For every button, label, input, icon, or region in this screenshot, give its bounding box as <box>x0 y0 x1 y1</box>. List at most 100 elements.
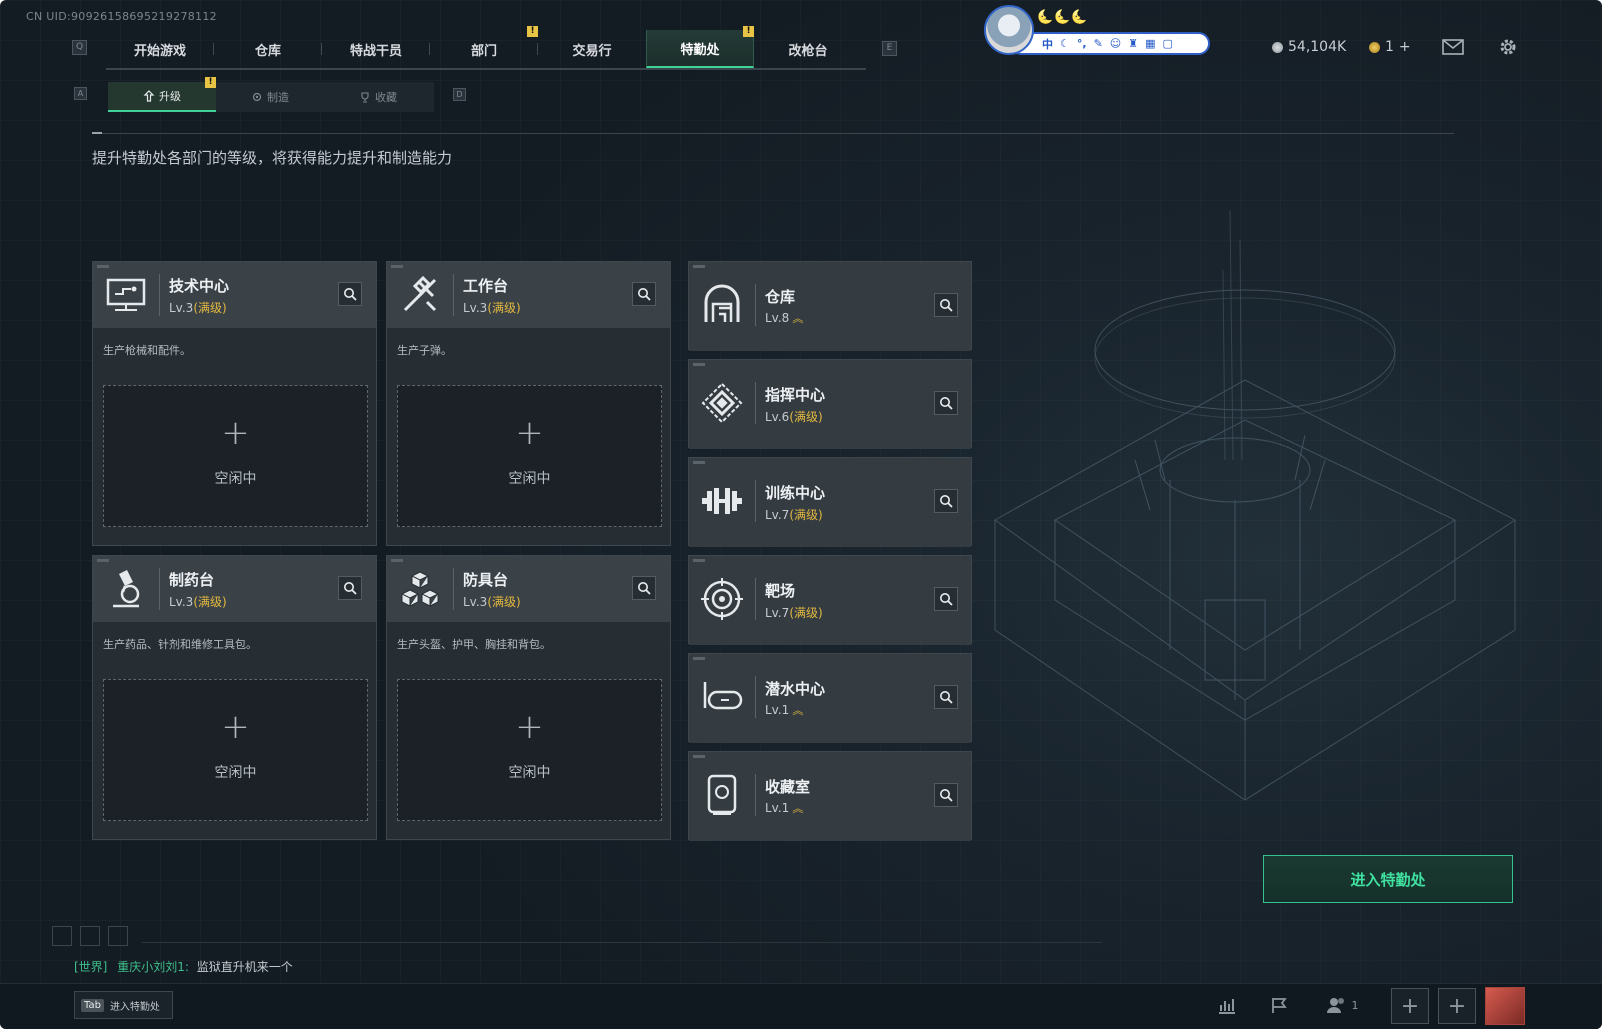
card-corner-mark <box>693 363 705 366</box>
search-icon <box>638 582 651 595</box>
skin-icon[interactable]: ♜ <box>1128 37 1138 50</box>
inspect-button[interactable] <box>934 685 958 709</box>
tab-warehouse[interactable]: 仓库 <box>214 30 322 68</box>
search-icon <box>940 397 953 410</box>
chat-channel: [世界] <box>74 960 108 974</box>
production-slot[interactable]: + 空闲中 <box>397 385 662 527</box>
subtab-upgrade[interactable]: 升级 <box>108 82 216 112</box>
nav-next-key[interactable]: E <box>882 41 897 56</box>
facility-name: 靶场 <box>765 582 796 600</box>
production-slot[interactable]: + 空闲中 <box>103 679 368 821</box>
add-token-button[interactable]: + <box>1399 39 1411 55</box>
facility-card-command-center[interactable]: 指挥中心 Lv.6(满级) <box>688 359 972 449</box>
currency-display: 54,104K <box>1272 39 1346 55</box>
progress-track <box>142 942 1102 943</box>
chat-user[interactable]: 重庆小刘刘1: <box>117 960 189 974</box>
lock-icon[interactable]: ▢ <box>1163 37 1173 50</box>
chat-line[interactable]: [世界] 重庆小刘刘1: 监狱直升机来一个 <box>74 958 293 975</box>
token-value: 1 <box>1385 39 1394 55</box>
upgrade-available-icon: ︽ <box>792 704 804 717</box>
facility-card-shooting-range[interactable]: 靶场 Lv.7(满级) <box>688 555 972 645</box>
ime-mode-label[interactable]: 中 <box>1042 36 1053 52</box>
card-corner-mark <box>693 657 705 660</box>
add-teammate-slot[interactable]: + <box>1438 988 1476 1024</box>
app-window: CN UID:9092615869521927811​2 Q 开始游戏 仓库 特… <box>0 0 1602 1029</box>
subtab-craft[interactable]: 制造 <box>216 82 324 112</box>
friends-button[interactable]: 1 <box>1322 990 1362 1020</box>
tab-special-ops[interactable]: 特勤处 <box>646 30 754 68</box>
tab-start-game[interactable]: 开始游戏 <box>106 30 214 68</box>
ime-toolbar[interactable]: 中 ☾ °, ✎ ☺ ♜ ▦ ▢ <box>1010 32 1210 55</box>
card-corner-mark <box>391 265 403 268</box>
punctuation-icon[interactable]: °, <box>1077 37 1087 50</box>
slot-status: 空闲中 <box>508 471 551 487</box>
facility-card-warehouse[interactable]: 仓库 Lv.8 ︽ <box>688 261 972 351</box>
mail-icon[interactable] <box>1442 39 1464 59</box>
tab-operators[interactable]: 特战干员 <box>322 30 430 68</box>
tab-departments[interactable]: 部门 <box>430 30 538 68</box>
ime-avatar[interactable] <box>984 5 1034 55</box>
microscope-icon <box>103 566 149 612</box>
inspect-button[interactable] <box>338 282 362 306</box>
workstation-level: Lv.3(满级) <box>463 299 521 316</box>
nav-prev-key[interactable]: Q <box>72 40 87 55</box>
enter-special-ops-button[interactable]: 进入特勤处 <box>1263 855 1513 903</box>
flag-icon[interactable] <box>1264 990 1294 1020</box>
enter-special-ops-shortcut[interactable]: Tab 进入特勤处 <box>74 991 173 1019</box>
facility-level: Lv.8 ︽ <box>765 310 803 326</box>
search-icon <box>940 691 953 704</box>
token-display[interactable]: 1 + <box>1369 39 1411 55</box>
inspect-button[interactable] <box>632 576 656 600</box>
inspect-button[interactable] <box>338 576 362 600</box>
subnav-prev-key[interactable]: A <box>74 87 87 100</box>
deco-square <box>108 926 128 946</box>
tab-trading[interactable]: 交易行 <box>538 30 646 68</box>
production-slot[interactable]: + 空闲中 <box>397 679 662 821</box>
wrench-icon[interactable]: ✎ <box>1094 37 1103 50</box>
workstation-description: 生产头盔、护甲、胸挂和背包。 <box>397 638 551 651</box>
facility-card-collection-room[interactable]: 收藏室 Lv.1 ︽ <box>688 751 972 841</box>
token-icon <box>1369 41 1380 53</box>
player-uid: CN UID:9092615869521927811​2 <box>26 10 217 23</box>
emoji-icon[interactable]: ☺ <box>1110 37 1121 50</box>
add-teammate-slot[interactable]: + <box>1391 988 1429 1024</box>
max-level-label: (满级) <box>487 595 521 609</box>
inspect-button[interactable] <box>934 391 958 415</box>
page-description: 提升特勤处各部门的等级，将获得能力提升和制造能力 <box>92 149 453 167</box>
facility-card-training-center[interactable]: 训练中心 Lv.7(满级) <box>688 457 972 547</box>
search-icon <box>638 288 651 301</box>
inspect-button[interactable] <box>934 293 958 317</box>
card-header-divider <box>453 274 454 316</box>
facility-card-diving-center[interactable]: 潜水中心 Lv.1 ︽ <box>688 653 972 743</box>
grid-icon[interactable]: ▦ <box>1145 37 1155 50</box>
card-corner-mark <box>693 265 705 268</box>
chat-message: 监狱直升机来一个 <box>196 960 293 974</box>
special-ops-alert-badge: ! <box>743 26 754 37</box>
card-header-divider <box>755 578 756 620</box>
storage-icon <box>699 282 745 328</box>
inspect-button[interactable] <box>934 783 958 807</box>
player-avatar[interactable] <box>1485 987 1525 1025</box>
level-value: Lv.1 <box>765 703 790 717</box>
divider-marker <box>92 132 102 134</box>
production-slot[interactable]: + 空闲中 <box>103 385 368 527</box>
facility-name: 潜水中心 <box>765 680 826 698</box>
card-header-divider <box>159 274 160 316</box>
deco-square <box>80 926 100 946</box>
settings-gear-icon[interactable] <box>1497 36 1519 62</box>
tab-gunsmith[interactable]: 改枪台 <box>754 30 862 68</box>
upgrade-icon <box>143 90 155 102</box>
deco-square <box>52 926 72 946</box>
facility-level: Lv.7(满级) <box>765 506 823 523</box>
add-icon: + <box>515 707 544 747</box>
currency-value: 54,104K <box>1288 39 1347 55</box>
moon-icon[interactable]: ☾ <box>1060 37 1070 50</box>
inspect-button[interactable] <box>934 489 958 513</box>
inspect-button[interactable] <box>632 282 656 306</box>
facility-name: 训练中心 <box>765 484 826 502</box>
monitor-icon <box>103 272 149 318</box>
subtab-collection[interactable]: 收藏 <box>324 82 432 112</box>
subnav-next-key[interactable]: D <box>453 88 466 101</box>
inspect-button[interactable] <box>934 587 958 611</box>
stats-icon[interactable] <box>1212 990 1242 1020</box>
